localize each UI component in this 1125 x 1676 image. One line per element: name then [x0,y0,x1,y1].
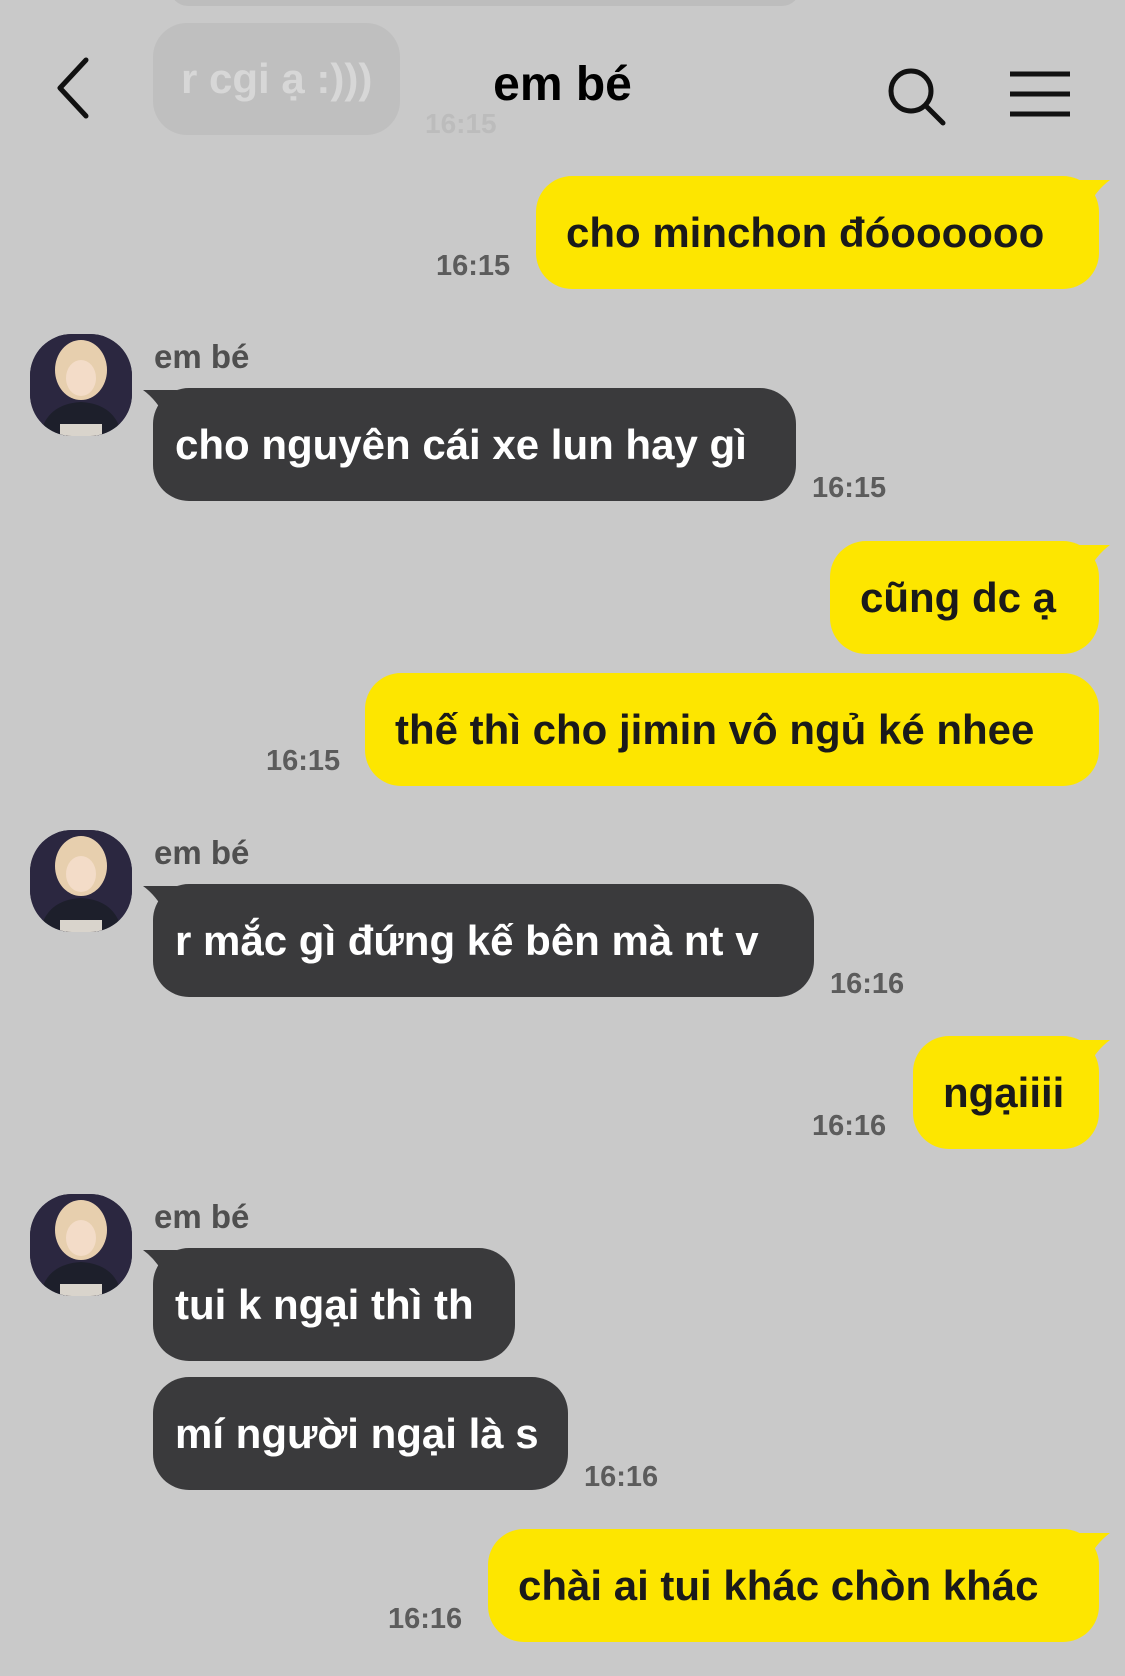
bubble-tail [1076,545,1110,575]
search-button[interactable] [885,65,951,131]
sender-name: em bé [154,1198,250,1235]
message-time: 16:15 [812,472,887,504]
bubble-tail [1076,180,1110,210]
bubble-tail [1076,1533,1110,1563]
my-message-bubble[interactable]: thế thì cho jimin vô ngủ ké nhee [365,673,1099,786]
their-message-bubble[interactable]: mí người ngại là s [153,1377,568,1490]
menu-button[interactable] [1008,70,1072,120]
contact-avatar[interactable] [30,334,132,436]
message-time: 16:16 [812,1110,887,1142]
contact-avatar[interactable] [30,830,132,932]
their-message-bubble[interactable]: tui k ngại thì th [153,1248,515,1361]
my-message-bubble[interactable]: chài ai tui khác chòn khác [488,1529,1099,1642]
search-icon [888,68,946,126]
my-message-bubble[interactable]: ngạiiii [913,1036,1099,1149]
menu-icon [1010,71,1070,117]
message-time: 16:15 [436,250,511,282]
contact-avatar[interactable] [30,1194,132,1296]
bubble-tail [1076,1040,1110,1070]
my-message-bubble[interactable]: cũng dc ạ [830,541,1099,654]
bubble-tail [143,1250,177,1280]
message-time: 16:15 [266,745,341,777]
their-message-bubble[interactable]: cho nguyên cái xe lun hay gì [153,388,796,501]
sender-name: em bé [154,338,250,375]
their-message-bubble[interactable]: r mắc gì đứng kế bên mà nt v [153,884,814,997]
faded-message-bubble-top [170,0,800,6]
message-time: 16:16 [584,1461,659,1493]
chat-screen: r cgi ạ :))) 16:15 em bé cho minchon đóo… [0,0,1125,1676]
sender-name: em bé [154,834,250,871]
chat-title: em bé [493,58,632,111]
message-time: 16:16 [388,1603,463,1635]
bubble-tail [143,886,177,916]
message-time: 16:16 [830,968,905,1000]
my-message-bubble[interactable]: cho minchon đóoooooo [536,176,1099,289]
bubble-tail [143,390,177,420]
